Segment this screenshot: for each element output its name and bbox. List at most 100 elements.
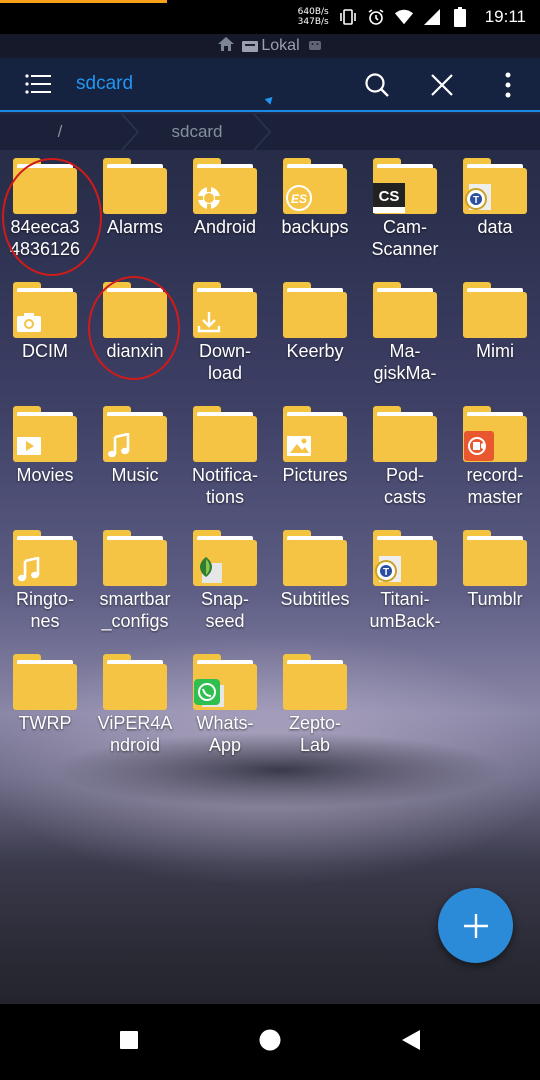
add-button[interactable] bbox=[438, 888, 513, 963]
folder-label: Subtitles bbox=[280, 589, 350, 609]
menu-icon bbox=[25, 74, 51, 94]
annotation-circle bbox=[88, 276, 180, 380]
android-icon bbox=[308, 37, 322, 56]
home-button[interactable] bbox=[258, 1028, 282, 1057]
plus-icon bbox=[463, 913, 488, 938]
folder-icon bbox=[283, 282, 347, 338]
recents-icon bbox=[120, 1030, 139, 1049]
folder-item[interactable]: record- master bbox=[450, 398, 540, 518]
folder-label: Tumblr bbox=[467, 589, 523, 609]
folder-item[interactable]: Whats- App bbox=[180, 646, 270, 766]
folder-item[interactable]: Mimi bbox=[450, 274, 540, 394]
folder-item[interactable]: Tdata bbox=[450, 150, 540, 270]
toolbar-title[interactable]: sdcard bbox=[76, 73, 276, 95]
folder-item[interactable]: Snap- seed bbox=[180, 522, 270, 642]
folder-item[interactable]: Pod- casts bbox=[360, 398, 450, 518]
folder-item[interactable]: Movies bbox=[0, 398, 90, 518]
alarm-icon bbox=[367, 8, 385, 26]
titanium-icon: T bbox=[373, 554, 405, 586]
folder-label: smartbar _configs bbox=[99, 589, 171, 631]
folder-label: Ma- giskMa- bbox=[373, 341, 437, 383]
folder-icon bbox=[463, 282, 527, 338]
folder-icon bbox=[103, 530, 167, 586]
folder-item[interactable]: smartbar _configs bbox=[90, 522, 180, 642]
status-bar: 640B/s 347B/s 19:11 bbox=[0, 0, 540, 34]
camscanner-icon: CS bbox=[373, 182, 405, 214]
breadcrumb-label: sdcard bbox=[171, 122, 223, 141]
folder-label: Snap- seed bbox=[200, 589, 250, 631]
folder-label: Titani- umBack- bbox=[369, 589, 441, 631]
folder-label: Music bbox=[111, 465, 159, 485]
folder-icon bbox=[13, 654, 77, 710]
folder-item[interactable]: ES backups bbox=[270, 150, 360, 270]
folder-icon bbox=[103, 406, 167, 462]
folder-item[interactable]: CS Cam- Scanner bbox=[360, 150, 450, 270]
net-up-speed: 640B/s bbox=[297, 7, 329, 17]
close-icon bbox=[431, 74, 453, 96]
folder-label: Movies bbox=[16, 465, 74, 485]
location-bar[interactable]: Lokal bbox=[0, 34, 540, 58]
svg-text:ES: ES bbox=[291, 192, 307, 206]
folder-icon: T bbox=[373, 530, 437, 586]
folder-item[interactable]: Keerby bbox=[270, 274, 360, 394]
folder-item[interactable]: Tumblr bbox=[450, 522, 540, 642]
folder-item[interactable]: Pictures bbox=[270, 398, 360, 518]
svg-text:T: T bbox=[473, 195, 479, 206]
breadcrumb-root[interactable]: / bbox=[0, 114, 120, 150]
folder-icon bbox=[373, 282, 437, 338]
folder-item[interactable]: TWRP bbox=[0, 646, 90, 766]
folder-icon: ES bbox=[283, 158, 347, 214]
folder-item[interactable]: Zepto- Lab bbox=[270, 646, 360, 766]
folder-item[interactable]: ViPER4A ndroid bbox=[90, 646, 180, 766]
folder-icon bbox=[283, 530, 347, 586]
menu-button[interactable] bbox=[0, 57, 76, 111]
folder-icon bbox=[463, 530, 527, 586]
folder-item[interactable]: Alarms bbox=[90, 150, 180, 270]
close-button[interactable] bbox=[415, 58, 469, 112]
folder-item[interactable]: Notifica- tions bbox=[180, 398, 270, 518]
folder-label: Alarms bbox=[106, 217, 163, 237]
folder-label: Whats- App bbox=[196, 713, 254, 755]
folder-item[interactable]: Music bbox=[90, 398, 180, 518]
snapseed-icon bbox=[193, 554, 225, 586]
breadcrumb-separator-icon bbox=[253, 114, 272, 150]
folder-item[interactable]: Ringto- nes bbox=[0, 522, 90, 642]
more-options-button[interactable] bbox=[481, 58, 535, 112]
es-icon: ES bbox=[283, 182, 315, 214]
folder-item[interactable]: Subtitles bbox=[270, 522, 360, 642]
storage-icon: Lokal bbox=[242, 37, 300, 55]
folder-icon bbox=[103, 654, 167, 710]
folder-icon: CS bbox=[373, 158, 437, 214]
back-button[interactable] bbox=[401, 1029, 421, 1056]
net-speed: 640B/s 347B/s bbox=[298, 7, 329, 27]
clock: 19:11 bbox=[484, 7, 526, 26]
folder-label: Down- load bbox=[198, 341, 251, 383]
breadcrumb-sdcard[interactable]: sdcard bbox=[142, 114, 252, 150]
camera-icon bbox=[13, 306, 45, 338]
back-icon bbox=[401, 1029, 420, 1050]
folder-icon bbox=[193, 406, 257, 462]
folder-label: Mimi bbox=[476, 341, 514, 361]
folder-icon bbox=[193, 158, 257, 214]
folder-icon: T bbox=[463, 158, 527, 214]
net-down-speed: 347B/s bbox=[297, 17, 329, 27]
folder-icon bbox=[13, 406, 77, 462]
folder-item[interactable]: T Titani- umBack- bbox=[360, 522, 450, 642]
wifi-icon bbox=[394, 8, 413, 26]
folder-label: Pod- casts bbox=[383, 465, 426, 507]
folder-icon bbox=[13, 282, 77, 338]
folder-icon bbox=[463, 406, 527, 462]
folder-label: DCIM bbox=[22, 341, 68, 361]
folder-icon bbox=[193, 654, 257, 710]
download-progress-bar bbox=[0, 0, 168, 3]
folder-item[interactable]: Down- load bbox=[180, 274, 270, 394]
folder-item[interactable]: Android bbox=[180, 150, 270, 270]
more-vert-icon bbox=[505, 72, 511, 98]
folder-label: backups bbox=[281, 217, 349, 237]
download-icon bbox=[193, 306, 225, 338]
folder-item[interactable]: Ma- giskMa- bbox=[360, 274, 450, 394]
folder-item[interactable]: DCIM bbox=[0, 274, 90, 394]
recents-button[interactable] bbox=[119, 1030, 139, 1055]
search-button[interactable] bbox=[350, 58, 404, 112]
search-icon bbox=[365, 73, 389, 97]
